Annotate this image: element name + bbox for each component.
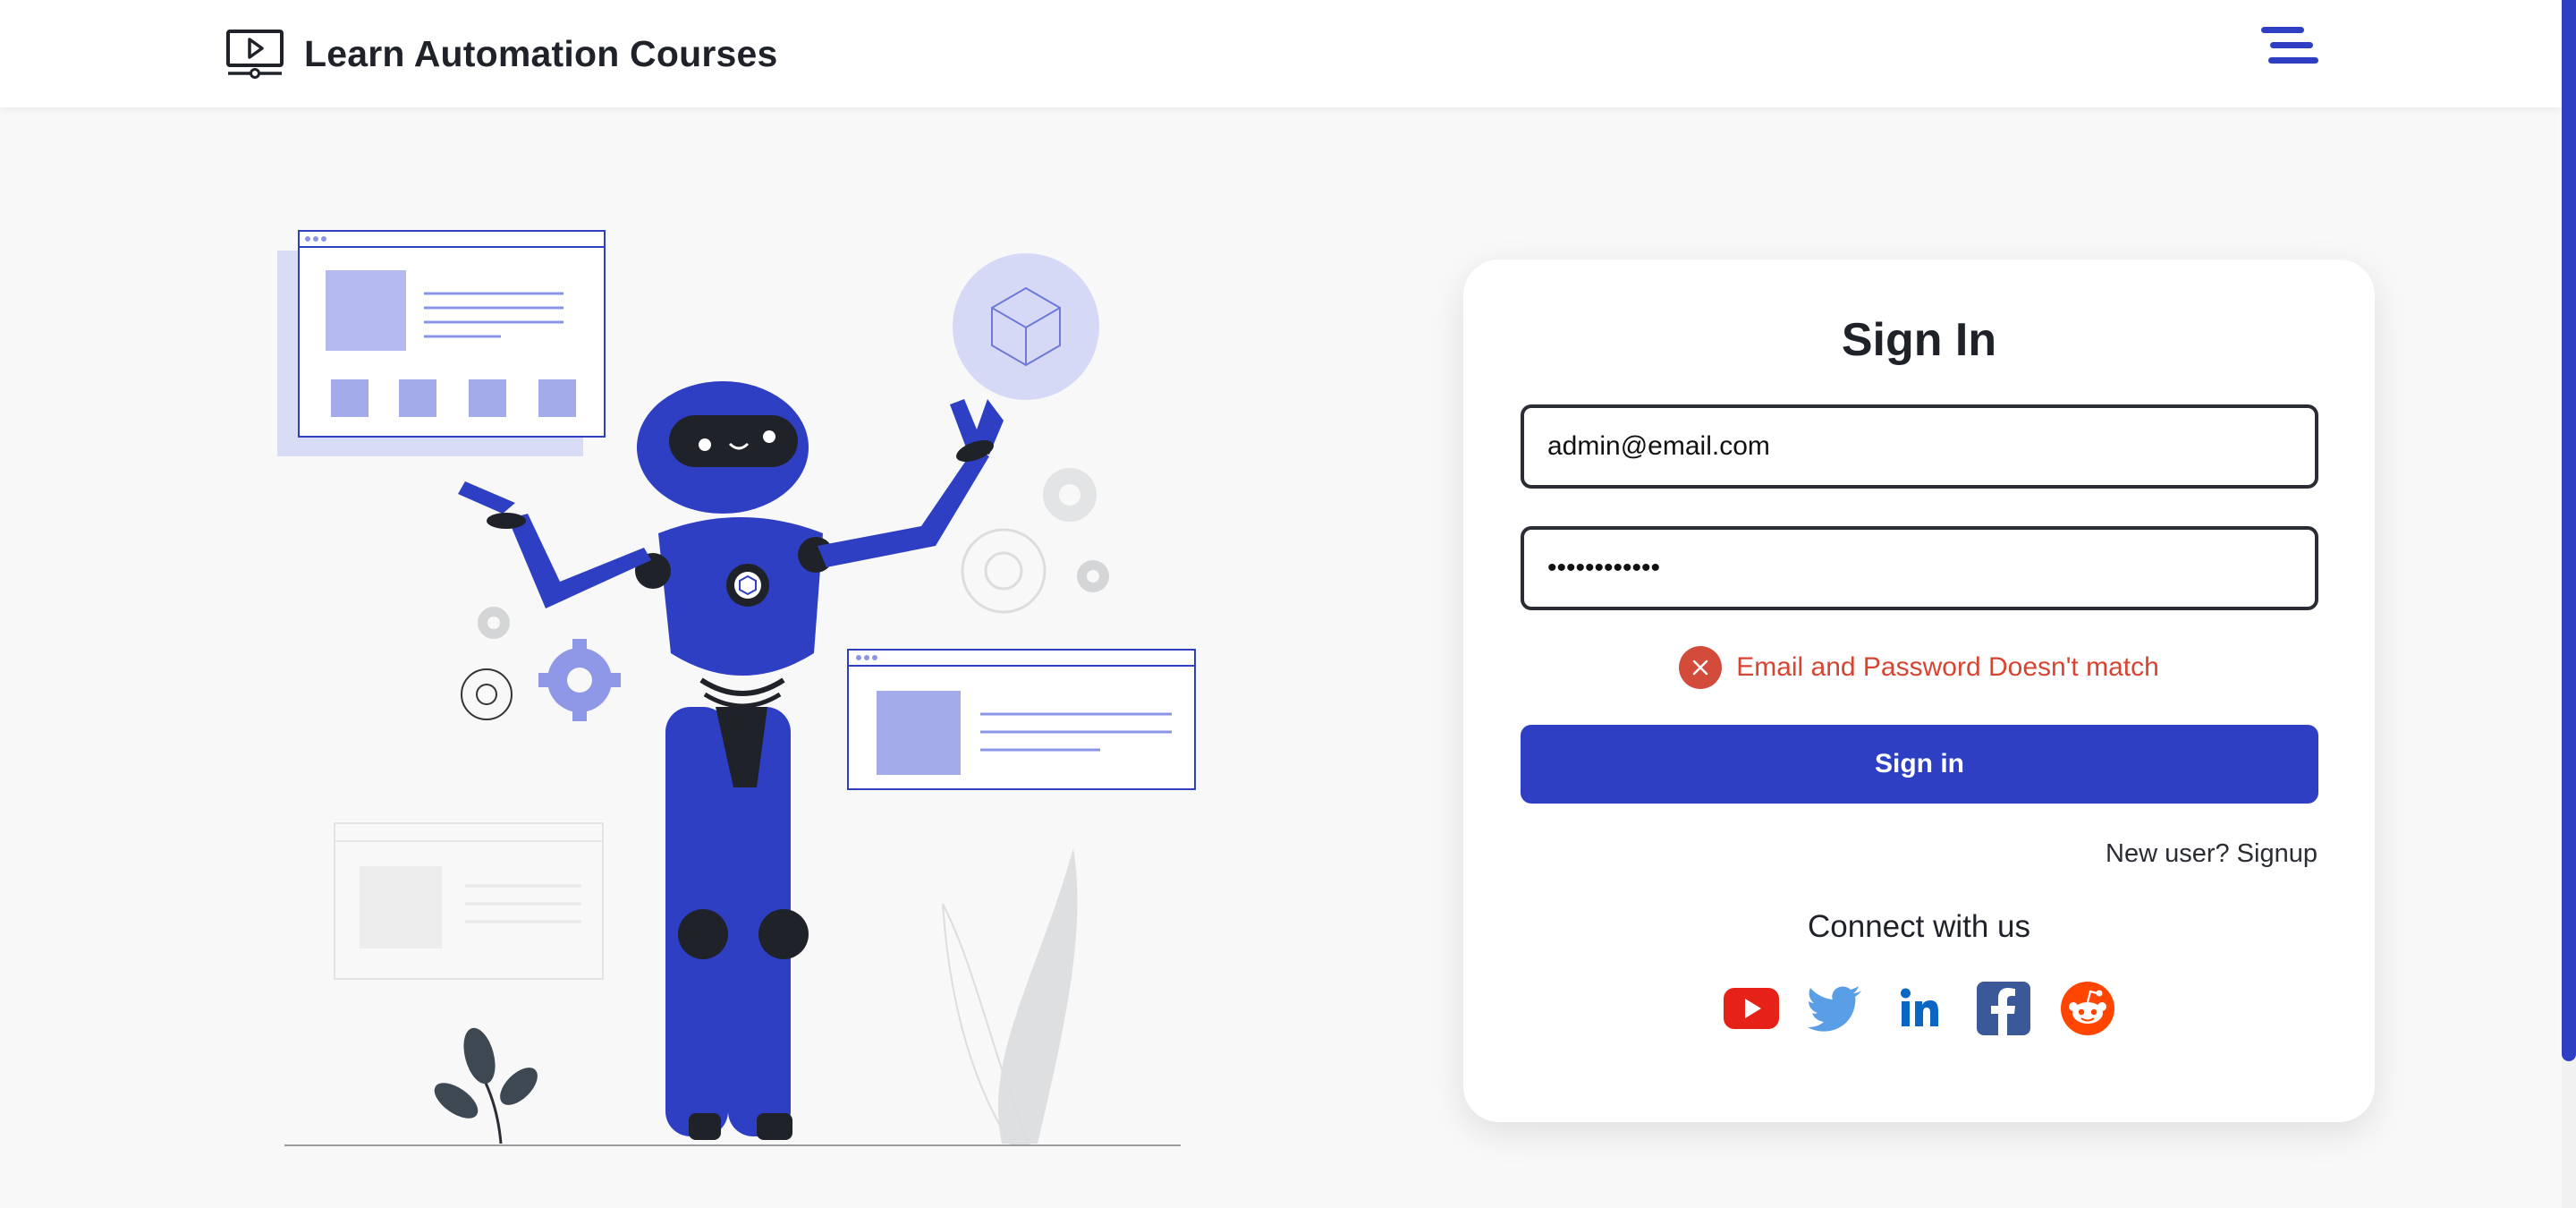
connect-heading: Connect with us [1807, 909, 2031, 944]
brand-title: Learn Automation Courses [304, 32, 778, 74]
signin-button[interactable]: Sign in [1521, 725, 2318, 804]
social-links [1463, 981, 2375, 1038]
signin-card: Sign In Email and Password Doesn't match… [1463, 259, 2375, 1122]
top-navbar: Learn Automation Courses [0, 0, 2562, 107]
error-text: Email and Password Doesn't match [1736, 652, 2159, 682]
error-message: Email and Password Doesn't match [1463, 644, 2375, 691]
email-field[interactable] [1521, 404, 2318, 489]
error-x-icon [1679, 646, 1723, 689]
signin-title: Sign In [1841, 314, 1997, 366]
hamburger-menu-icon[interactable] [2261, 25, 2318, 66]
signup-link[interactable]: New user? Signup [2106, 839, 2318, 869]
scrollbar[interactable] [2562, 0, 2576, 1208]
password-field[interactable] [1521, 526, 2318, 610]
brand[interactable]: Learn Automation Courses [225, 20, 778, 88]
reddit-icon[interactable] [2060, 981, 2115, 1036]
facebook-icon[interactable] [1976, 981, 2031, 1036]
robot-illustration [277, 230, 1196, 1146]
scrollbar-thumb[interactable] [2562, 0, 2576, 1061]
youtube-icon[interactable] [1723, 981, 1779, 1036]
video-monitor-icon [226, 30, 284, 79]
twitter-icon[interactable] [1807, 981, 1863, 1036]
linkedin-icon[interactable] [1892, 981, 1947, 1036]
